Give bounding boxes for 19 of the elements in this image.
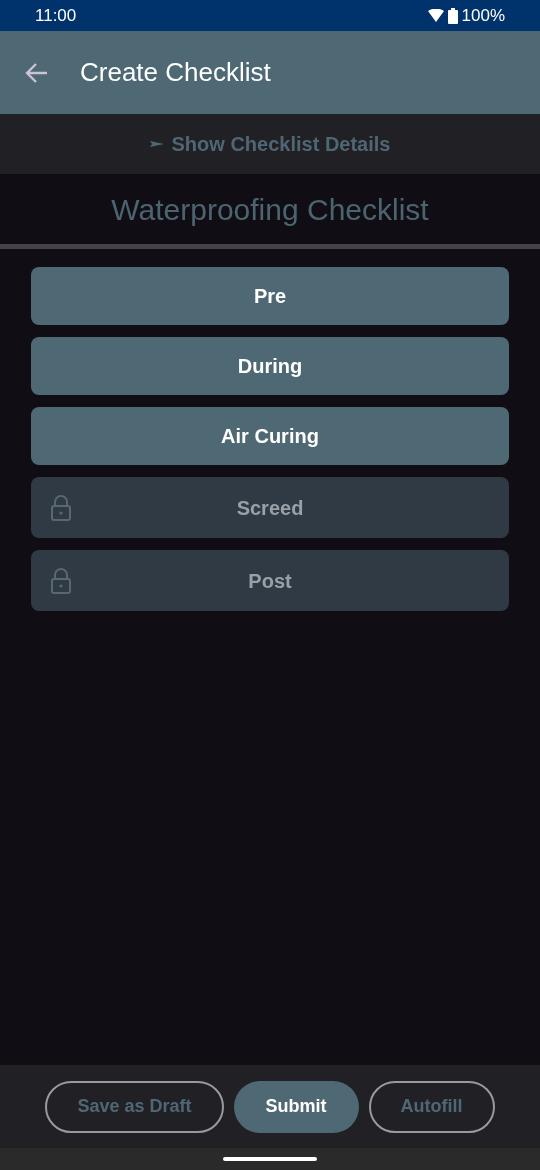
caret-icon	[149, 139, 164, 149]
action-button[interactable]: Save as Draft	[45, 1080, 224, 1133]
wifi-icon	[427, 8, 444, 23]
screen-title: Create Checklist	[80, 56, 271, 89]
back-arrow-icon	[25, 61, 49, 84]
action-button[interactable]: Autofill	[368, 1080, 495, 1133]
details-toggle[interactable]: Show Checklist Details	[0, 114, 540, 174]
section-button[interactable]: Screed	[31, 477, 509, 538]
action-button[interactable]: Submit	[233, 1080, 359, 1133]
battery-icon	[447, 7, 458, 24]
status-time: 11:00	[35, 4, 77, 27]
lock-icon	[50, 494, 72, 521]
battery-percent: 100%	[461, 4, 505, 27]
section-button[interactable]: Post	[31, 550, 509, 611]
lock-icon	[50, 567, 72, 594]
section-button[interactable]: During	[31, 337, 509, 395]
section-button[interactable]: Pre	[31, 267, 509, 325]
checklist-title: Waterproofing Checklist	[111, 191, 429, 228]
section-button[interactable]: Air Curing	[31, 407, 509, 465]
